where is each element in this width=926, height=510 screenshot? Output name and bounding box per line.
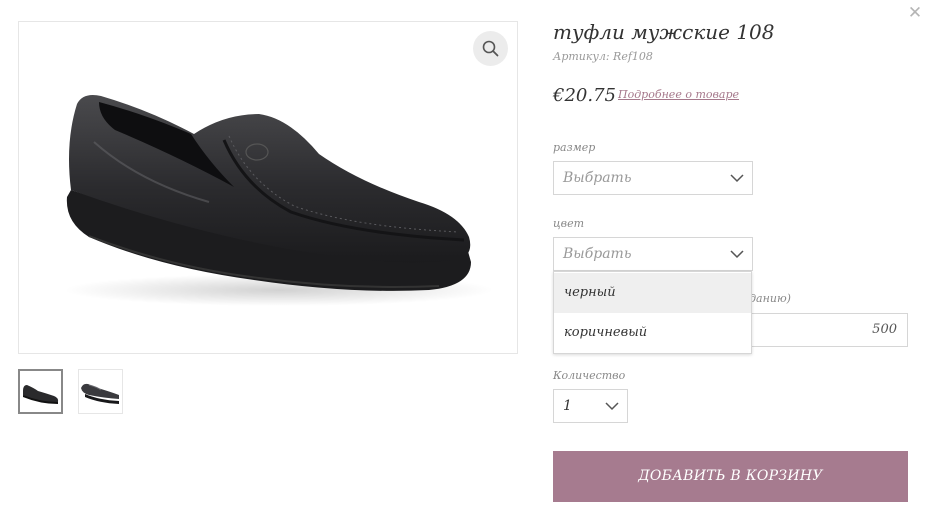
quantity-label: Количество	[553, 369, 626, 382]
zoom-icon	[482, 40, 499, 57]
color-select[interactable]: Выбрать	[553, 237, 753, 271]
quantity-select-value: 1	[563, 398, 572, 414]
size-label: размер	[553, 141, 596, 154]
product-main-image	[18, 21, 518, 354]
chevron-down-icon	[730, 250, 744, 259]
close-icon[interactable]: ✕	[905, 3, 925, 23]
quantity-select[interactable]: 1	[553, 389, 628, 423]
chevron-down-icon	[605, 402, 619, 411]
color-option-black[interactable]: черный	[554, 273, 751, 313]
color-option-brown[interactable]: коричневый	[554, 313, 751, 353]
color-dropdown: черный коричневый	[553, 271, 752, 354]
custom-price-value: 500	[872, 322, 897, 337]
zoom-button[interactable]	[473, 31, 508, 66]
details-link[interactable]: Подробнее о товаре	[618, 88, 739, 101]
color-label: цвет	[553, 217, 585, 230]
chevron-down-icon	[730, 174, 744, 183]
custom-price-input[interactable]: 500	[748, 313, 908, 347]
product-price: €20.75	[553, 85, 616, 106]
size-select-value: Выбрать	[563, 170, 632, 186]
shoe-image	[64, 95, 494, 306]
thumbnail-shoe-image	[23, 385, 59, 404]
size-select[interactable]: Выбрать	[553, 161, 753, 195]
product-sku: Артикул: Ref108	[553, 50, 653, 63]
thumbnail-2[interactable]	[78, 369, 123, 414]
color-select-value: Выбрать	[563, 246, 632, 262]
thumbnail-shoe-image	[81, 383, 119, 404]
thumbnail-1[interactable]	[18, 369, 63, 414]
product-title: туфли мужские 108	[553, 20, 775, 44]
add-to-cart-button[interactable]: ДОБАВИТЬ В КОРЗИНУ	[553, 451, 908, 502]
